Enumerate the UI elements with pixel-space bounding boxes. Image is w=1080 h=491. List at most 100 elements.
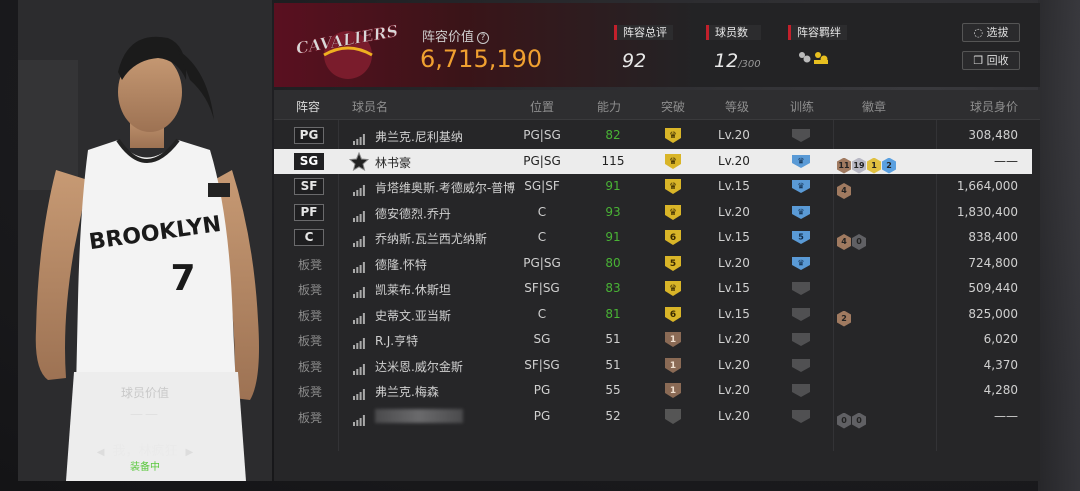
col-value[interactable]: 球员身价 (970, 98, 1018, 115)
table-row[interactable]: 板凳 史蒂文.亚当斯 C 81 6 Lv.15 2 825,000 (274, 302, 1040, 327)
svg-text:♛: ♛ (669, 208, 677, 218)
training-icon[interactable] (791, 307, 811, 322)
prev-arrow-icon[interactable]: ◀ (89, 447, 113, 458)
table-row[interactable]: 板凳 弗兰克.梅森 PG 55 1 Lv.20 4,280 (274, 378, 1040, 403)
table-row[interactable]: PF 德安德烈.乔丹 C 93 ♛ Lv.20 ♛ 1,830,400 (274, 200, 1040, 225)
player-name[interactable]: 凯莱布.休斯坦 (375, 281, 451, 298)
training-icon[interactable] (791, 409, 811, 424)
player-name[interactable]: 德安德烈.乔丹 (375, 205, 451, 222)
player-name[interactable]: R.J.亨特 (375, 332, 418, 349)
badge-icon[interactable]: 4 (837, 234, 851, 250)
table-row-selected[interactable]: SG 林书豪 PG|SG 115 ♛ Lv.20 ♛ 11 19 1 2 —— (274, 148, 1032, 174)
player-name[interactable]: 林书豪 (375, 154, 411, 171)
breakthrough-icon[interactable]: ♛ (664, 280, 682, 297)
player-name[interactable]: 史蒂文.亚当斯 (375, 307, 451, 324)
svg-text:♛: ♛ (669, 131, 677, 141)
training-icon[interactable]: ♛ (791, 179, 811, 194)
training-icon[interactable] (791, 128, 811, 143)
player-value-cell: 825,000 (968, 306, 1018, 321)
badge-list[interactable]: 40 (837, 229, 867, 250)
badge-list[interactable]: 00 (837, 408, 867, 429)
badge-icon[interactable]: 0 (852, 412, 866, 429)
lineup-slot-badge: C (294, 229, 324, 246)
badge-icon[interactable]: 1 (867, 157, 881, 174)
filter-button[interactable]: ◌ 选拔 (962, 23, 1020, 42)
breakthrough-icon[interactable]: 6 (664, 306, 682, 323)
badge-icon[interactable]: 11 (837, 157, 851, 174)
bond-icon[interactable] (796, 50, 832, 66)
breakthrough-icon[interactable]: ♛ (664, 204, 682, 221)
player-rating: 82 (605, 128, 621, 142)
table-row[interactable]: 板凳 达米恩.威尔金斯 SF|SG 51 1 Lv.20 4,370 (274, 353, 1040, 378)
player-name[interactable]: 弗兰克.梅森 (375, 383, 439, 400)
player-level: Lv.20 (718, 383, 750, 397)
lineup-slot-badge: PF (294, 203, 324, 221)
bench-label: 板凳 (298, 257, 323, 272)
player-rating: 51 (605, 332, 621, 346)
player-name[interactable]: 弗兰克.尼利基纳 (375, 128, 463, 145)
badge-icon[interactable]: 4 (837, 183, 851, 199)
table-row[interactable]: C 乔纳斯.瓦兰西尤纳斯 C 91 6 Lv.15 5 4 0 838,400 (274, 225, 1040, 250)
col-breakthrough[interactable]: 突破 (661, 98, 685, 115)
table-row[interactable]: 板凳 德隆.怀特 PG|SG 80 5 Lv.20 ♛ 724,800 (274, 251, 1040, 276)
table-row[interactable]: 板凳 凯莱布.休斯坦 SF|SG 83 ♛ Lv.15 509,440 (274, 276, 1040, 301)
player-position: PG (533, 408, 551, 423)
table-row[interactable]: PG 弗兰克.尼利基纳 PG|SG 82 ♛ Lv.20 308,480 (274, 123, 1040, 148)
training-icon[interactable] (791, 358, 811, 373)
badge-icon[interactable]: 0 (852, 234, 866, 250)
overall-label: 阵容总评 (614, 25, 673, 40)
team-header: CAVALIERS 阵容价值? 6,715,190 阵容总评 92 球员数 12… (274, 3, 1040, 87)
breakthrough-icon[interactable]: 6 (664, 229, 682, 246)
player-name[interactable]: 肯塔维奥斯.考德威尔-普博 (375, 179, 515, 196)
breakthrough-icon[interactable]: 1 (664, 331, 682, 348)
col-training[interactable]: 训练 (790, 98, 814, 115)
training-icon[interactable]: ♛ (791, 256, 811, 271)
table-row[interactable]: 板凳 PG 52 Lv.20 0 0 —— (274, 404, 1040, 429)
badge-icon[interactable]: 2 (837, 310, 851, 327)
badge-list[interactable]: 4 (837, 178, 852, 199)
breakthrough-icon[interactable]: ♛ (664, 178, 682, 195)
training-icon[interactable] (791, 281, 811, 296)
table-row[interactable]: 板凳 R.J.亨特 SG 51 1 Lv.20 6,020 (274, 327, 1040, 352)
player-rating: 51 (605, 357, 621, 372)
training-icon[interactable]: 5 (791, 230, 811, 245)
badge-icon[interactable]: 19 (852, 157, 866, 174)
col-rating[interactable]: 能力 (597, 98, 621, 115)
breakthrough-icon[interactable] (664, 408, 682, 425)
player-name[interactable]: 乔纳斯.瓦兰西尤纳斯 (375, 230, 487, 247)
player-name[interactable] (375, 409, 463, 423)
bond-stat[interactable]: 阵容羁绊 (788, 25, 847, 70)
cavaliers-logo: CAVALIERS (294, 21, 400, 79)
player-card[interactable]: BROOKLYN 7 球员价值 —— ◀ 我，林疯狂 ▶ 装备中 (18, 0, 272, 481)
badge-list[interactable]: 2 (837, 306, 852, 327)
equipped-status: 装备中 (130, 462, 160, 473)
player-name[interactable]: 德隆.怀特 (375, 256, 427, 273)
player-name[interactable]: 达米恩.威尔金斯 (375, 358, 463, 375)
training-icon[interactable]: ♛ (791, 154, 811, 169)
training-icon[interactable] (791, 383, 811, 398)
recycle-button[interactable]: ❐ 回收 (962, 51, 1020, 70)
nickname-selector[interactable]: ◀ 我，林疯狂 ▶ (18, 440, 272, 459)
training-icon[interactable] (791, 332, 811, 347)
badge-icon[interactable]: 0 (837, 412, 851, 429)
col-name[interactable]: 球员名 (352, 98, 388, 115)
breakthrough-icon[interactable]: ♛ (664, 127, 682, 144)
breakthrough-icon[interactable]: 5 (664, 255, 682, 272)
breakthrough-icon[interactable]: ♛ (664, 153, 682, 170)
col-level[interactable]: 等级 (725, 98, 749, 115)
help-icon[interactable]: ? (477, 32, 490, 44)
svg-text:5: 5 (670, 259, 676, 269)
player-position: PG|SG (523, 255, 561, 270)
col-badges[interactable]: 徽章 (862, 98, 886, 115)
badge-icon[interactable]: 2 (882, 157, 896, 174)
table-row[interactable]: SF 肯塔维奥斯.考德威尔-普博 SG|SF 91 ♛ Lv.15 ♛ 4 1,664,000 (274, 174, 1040, 199)
svg-text:♛: ♛ (669, 284, 677, 294)
next-arrow-icon[interactable]: ▶ (178, 447, 202, 458)
training-icon[interactable]: ♛ (791, 205, 811, 220)
player-value-cell: 509,440 (968, 281, 1018, 295)
breakthrough-icon[interactable]: 1 (664, 382, 682, 399)
breakthrough-icon[interactable]: 1 (664, 357, 682, 374)
col-lineup[interactable]: 阵容 (296, 98, 320, 115)
badge-list[interactable]: 11 19 1 2 (837, 153, 897, 174)
col-position[interactable]: 位置 (530, 98, 554, 115)
